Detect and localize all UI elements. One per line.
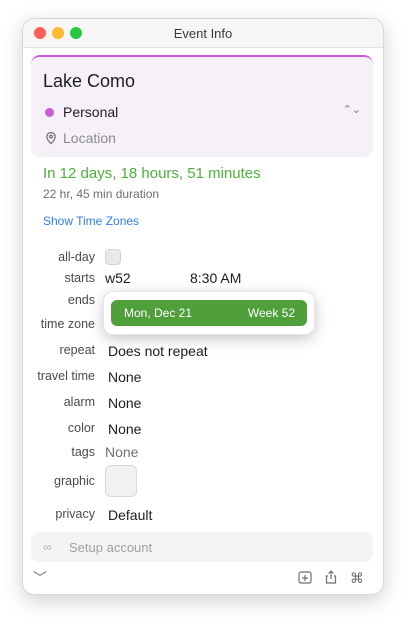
- date-suggestion-item[interactable]: Mon, Dec 21 Week 52: [111, 300, 307, 326]
- calendar-color-dot: [45, 108, 54, 117]
- collapse-icon[interactable]: ﹀: [33, 568, 47, 588]
- repeat-selector[interactable]: Does not repeat: [108, 343, 208, 359]
- event-info-window: Event Info Lake Como Personal ⌃⌄ Locatio…: [22, 18, 384, 595]
- event-header-card: Lake Como Personal ⌃⌄ Location: [31, 55, 373, 157]
- privacy-label: privacy: [55, 507, 95, 521]
- chevron-updown-icon[interactable]: ⌃⌄: [343, 103, 361, 116]
- time-zone-label: time zone: [40, 317, 95, 331]
- suggestion-date: Mon, Dec 21: [124, 306, 193, 320]
- all-day-label: all-day: [58, 250, 95, 264]
- setup-account-bar[interactable]: ∞ Setup account: [31, 532, 373, 562]
- event-title[interactable]: Lake Como: [43, 71, 135, 92]
- starts-label: starts: [64, 271, 95, 285]
- countdown-text: In 12 days, 18 hours, 51 minutes: [43, 165, 261, 182]
- tags-label: tags: [71, 445, 95, 459]
- location-field[interactable]: Location: [63, 130, 116, 146]
- suggestion-week: Week 52: [247, 306, 295, 320]
- calendar-selector[interactable]: Personal: [63, 104, 118, 120]
- bottom-toolbar: ﹀ ⌘: [23, 565, 383, 593]
- title-bar: Event Info: [23, 19, 383, 48]
- travel-time-label: travel time: [37, 369, 95, 383]
- window-title: Event Info: [173, 26, 233, 41]
- tags-field[interactable]: None: [105, 444, 138, 460]
- alarm-selector[interactable]: None: [108, 395, 141, 411]
- share-icon[interactable]: [324, 570, 338, 587]
- color-label: color: [67, 421, 95, 435]
- privacy-selector[interactable]: Default: [108, 507, 152, 523]
- all-day-checkbox[interactable]: [105, 249, 121, 265]
- repeat-label: repeat: [59, 343, 95, 357]
- starts-time-field[interactable]: 8:30 AM: [190, 270, 241, 286]
- starts-date-field[interactable]: w52: [105, 270, 131, 286]
- command-icon[interactable]: ⌘: [350, 570, 364, 587]
- ends-label: ends: [67, 293, 95, 307]
- location-pin-icon: [46, 131, 56, 145]
- graphic-image-well[interactable]: [105, 465, 137, 497]
- alarm-label: alarm: [63, 395, 95, 409]
- travel-time-selector[interactable]: None: [108, 369, 141, 385]
- color-selector[interactable]: None: [108, 421, 141, 437]
- show-time-zones-link[interactable]: Show Time Zones: [43, 214, 139, 228]
- date-suggestion-popup: Mon, Dec 21 Week 52: [103, 291, 315, 335]
- graphic-label: graphic: [54, 474, 95, 488]
- setup-account-text: Setup account: [69, 540, 153, 555]
- duration-text: 22 hr, 45 min duration: [43, 187, 160, 201]
- account-link-icon: ∞: [43, 540, 52, 554]
- add-calendar-icon[interactable]: [298, 570, 312, 587]
